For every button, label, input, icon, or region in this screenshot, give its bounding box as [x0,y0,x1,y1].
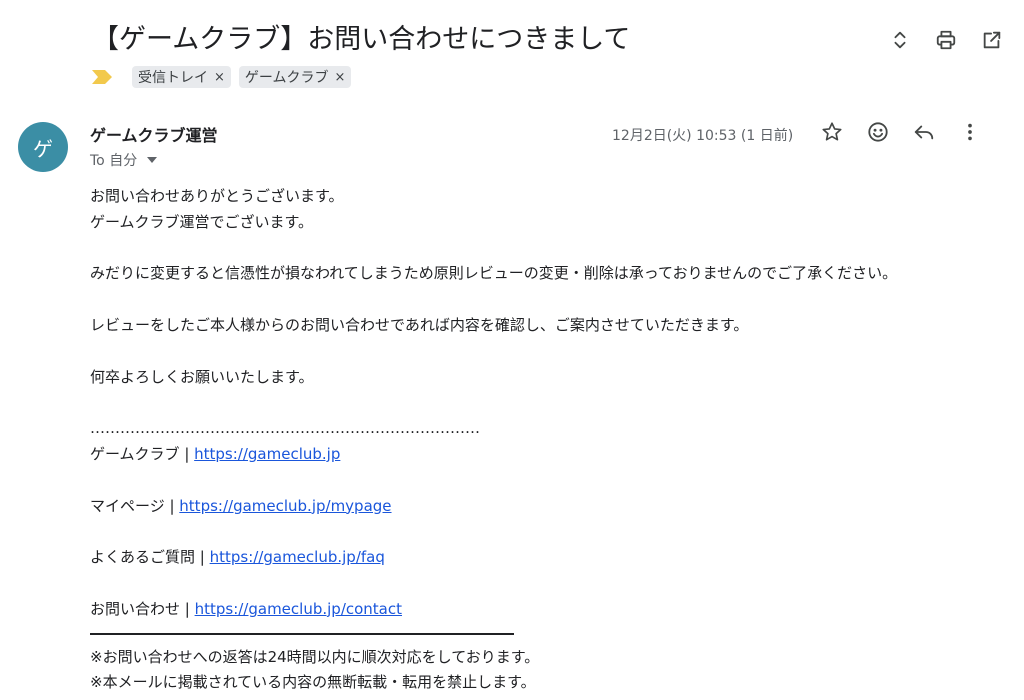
gameclub-link[interactable]: https://gameclub.jp [194,445,340,463]
label-chip-gameclub[interactable]: ゲームクラブ × [238,66,352,88]
footer-link-line: よくあるご質問 | https://gameclub.jp/faq [90,545,1010,571]
footer-link-line: ゲームクラブ | https://gameclub.jp [90,442,1010,468]
sender-avatar[interactable]: ゲ [18,122,68,172]
body-line: 何卒よろしくお願いいたします。 [90,367,314,386]
dotted-separator: …………………………………………………………………… [90,419,480,438]
footer-notes: ※お問い合わせへの返答は24時間以内に順次対応をしております。 ※本メールに掲載… [90,645,1010,697]
sender-name[interactable]: ゲームクラブ運営 [90,122,218,146]
body-line: レビューをしたご本人様からのお問い合わせであれば内容を確認し、ご案内させていただ… [90,315,749,334]
recipient-text: To 自分 [90,153,138,169]
expand-collapse-icon[interactable] [888,28,912,52]
label-chip-inbox[interactable]: 受信トレイ × [132,66,231,88]
body-line: ゲームクラブ運営でございます。 [90,212,314,231]
footer-link-label: マイページ | [90,496,180,515]
emoji-reaction-icon[interactable] [866,120,890,144]
message-date: 12月2日(火) 10:53 (1 日前) [612,128,794,144]
label-chip-text: 受信トレイ [138,70,208,86]
label-chip-text: ゲームクラブ [244,70,329,86]
more-options-icon[interactable] [958,120,982,144]
message-body: お問い合わせありがとうございます。 ゲームクラブ運営でございます。 みだりに変更… [90,184,1010,696]
labels-row: 受信トレイ × ゲームクラブ × [92,64,352,90]
footer-note: ※本メールに掲載されている内容の無断転載・転用を禁止します。 [90,673,536,692]
footer-link-line: マイページ | https://gameclub.jp/mypage [90,494,1010,520]
importance-marker-icon[interactable] [92,70,112,84]
footer-link-label: よくあるご質問 | [90,548,210,567]
footer-link-label: お問い合わせ | [90,599,195,618]
footer-link-line: お問い合わせ | https://gameclub.jp/contact [90,597,1010,623]
reply-icon[interactable] [912,120,936,144]
chevron-down-icon[interactable] [147,157,158,163]
email-subject: 【ゲームクラブ】お問い合わせにつきまして [92,24,631,55]
faq-link[interactable]: https://gameclub.jp/faq [210,548,385,566]
star-icon[interactable] [820,120,844,144]
message-actions [820,120,982,144]
recipient-details[interactable]: To 自分 [90,150,158,170]
open-in-new-window-icon[interactable] [980,28,1004,52]
body-line: お問い合わせありがとうございます。 [90,187,344,205]
contact-link[interactable]: https://gameclub.jp/contact [195,600,402,618]
mypage-link[interactable]: https://gameclub.jp/mypage [179,497,391,515]
remove-label-icon[interactable]: × [335,70,346,85]
thread-actions [888,28,1004,52]
footer-divider [90,632,514,635]
remove-label-icon[interactable]: × [214,70,225,85]
print-icon[interactable] [934,28,958,52]
body-line: みだりに変更すると信憑性が損なわれてしまうため原則レビューの変更・削除は承ってお… [90,264,898,283]
footer-note: ※お問い合わせへの返答は24時間以内に順次対応をしております。 [90,647,540,666]
footer-link-label: ゲームクラブ | [90,444,195,463]
